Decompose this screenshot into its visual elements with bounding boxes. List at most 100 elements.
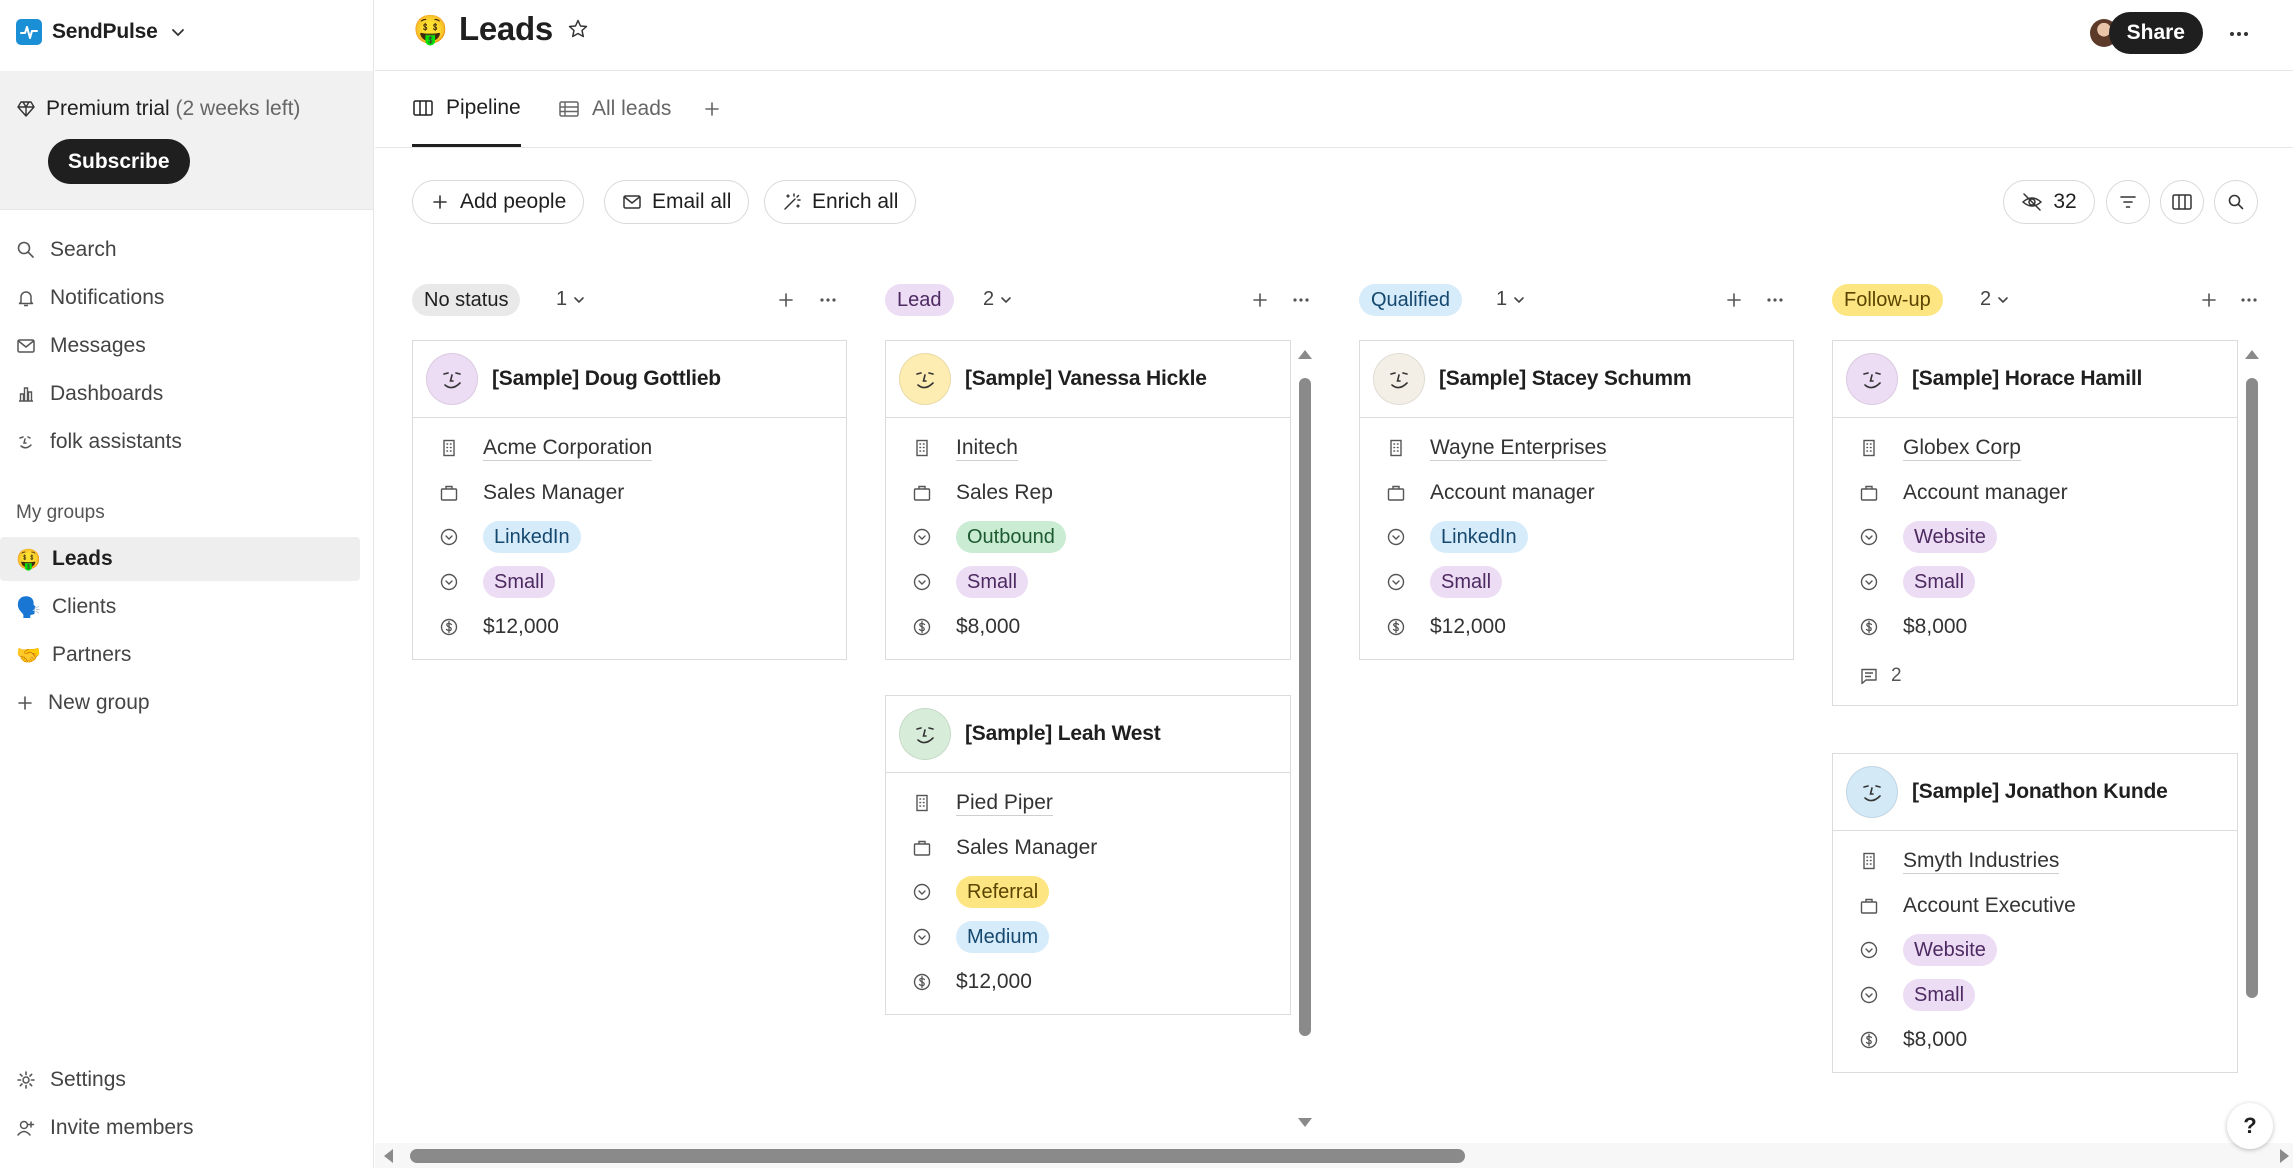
hidden-fields-button[interactable]: 32 bbox=[2003, 180, 2095, 224]
columns-icon bbox=[2172, 194, 2192, 210]
nav-settings[interactable]: Settings bbox=[0, 1058, 360, 1102]
mail-icon bbox=[17, 339, 35, 353]
group-item-leads[interactable]: 🤑 Leads bbox=[0, 537, 360, 581]
company-link[interactable]: Wayne Enterprises bbox=[1430, 436, 1607, 461]
share-button[interactable]: Share bbox=[2108, 12, 2203, 54]
search-icon bbox=[2228, 194, 2244, 210]
dollar-icon bbox=[440, 618, 458, 635]
trial-note: (2 weeks left) bbox=[175, 97, 301, 120]
email-all-button[interactable]: Email all bbox=[604, 180, 750, 224]
source-tag[interactable]: Website bbox=[1903, 521, 1997, 554]
company-link[interactable]: Smyth Industries bbox=[1903, 849, 2060, 874]
lead-card[interactable]: [Sample] Doug Gottlieb Acme Corporation … bbox=[412, 340, 847, 660]
magic-wand-icon bbox=[784, 193, 801, 210]
company-link[interactable]: Globex Corp bbox=[1903, 436, 2021, 461]
status-badge[interactable]: Follow-up bbox=[1832, 284, 1943, 316]
face-icon bbox=[443, 372, 461, 389]
add-people-button[interactable]: Add people bbox=[412, 180, 585, 224]
tab-pipeline[interactable]: Pipeline bbox=[412, 71, 521, 147]
lead-card[interactable]: [Sample] Vanessa Hickle Initech Sales Re… bbox=[885, 340, 1291, 660]
column-count[interactable]: 1 bbox=[556, 288, 587, 311]
nav-messages[interactable]: Messages bbox=[0, 324, 360, 368]
help-button[interactable]: ? bbox=[2227, 1103, 2273, 1149]
add-card-icon[interactable] bbox=[2198, 289, 2220, 311]
add-view-icon[interactable] bbox=[700, 97, 724, 121]
scrollbar-thumb[interactable] bbox=[410, 1149, 1465, 1163]
nav-search[interactable]: Search bbox=[0, 228, 360, 272]
source-tag[interactable]: Outbound bbox=[956, 521, 1066, 554]
size-tag[interactable]: Small bbox=[483, 566, 556, 599]
column-count[interactable]: 2 bbox=[983, 288, 1014, 311]
size-field: Medium bbox=[886, 915, 1290, 960]
star-icon[interactable] bbox=[567, 18, 589, 40]
scrollbar-thumb[interactable] bbox=[2246, 378, 2258, 998]
column-more-icon[interactable] bbox=[817, 289, 839, 311]
company-link[interactable]: Pied Piper bbox=[956, 791, 1053, 816]
company-link[interactable]: Initech bbox=[956, 436, 1018, 461]
group-item-partners[interactable]: 🤝 Partners bbox=[0, 633, 360, 677]
add-card-icon[interactable] bbox=[1723, 289, 1745, 311]
size-tag[interactable]: Medium bbox=[956, 921, 1050, 954]
status-badge[interactable]: Qualified bbox=[1359, 284, 1462, 316]
role-value: Account manager bbox=[1903, 480, 2068, 504]
scroll-right-icon[interactable] bbox=[2280, 1149, 2289, 1163]
nav-dashboards[interactable]: Dashboards bbox=[0, 372, 360, 416]
size-tag[interactable]: Small bbox=[1430, 566, 1503, 599]
lead-card[interactable]: [Sample] Stacey Schumm Wayne Enterprises… bbox=[1359, 340, 1794, 660]
size-tag[interactable]: Small bbox=[956, 566, 1029, 599]
column-more-icon[interactable] bbox=[1290, 289, 1312, 311]
size-tag[interactable]: Small bbox=[1903, 979, 1976, 1012]
more-options-icon[interactable] bbox=[2225, 22, 2253, 46]
source-tag[interactable]: Website bbox=[1903, 934, 1997, 967]
plus-icon bbox=[433, 195, 447, 209]
scroll-up-icon[interactable] bbox=[2245, 350, 2259, 359]
money-face-icon: 🤑 bbox=[16, 547, 41, 571]
source-tag[interactable]: LinkedIn bbox=[483, 521, 581, 554]
add-card-icon[interactable] bbox=[1249, 289, 1271, 311]
company-field: Globex Corp bbox=[1833, 426, 2237, 471]
comments-indicator[interactable]: 2 bbox=[1833, 649, 2237, 703]
status-badge[interactable]: No status bbox=[412, 284, 521, 316]
search-button[interactable] bbox=[2214, 180, 2258, 224]
board-horizontal-scrollbar[interactable] bbox=[375, 1143, 2293, 1168]
lead-card[interactable]: [Sample] Leah West Pied Piper Sales Mana… bbox=[885, 695, 1291, 1015]
scroll-left-icon[interactable] bbox=[384, 1149, 393, 1163]
nav-invite-members[interactable]: Invite members bbox=[0, 1106, 360, 1150]
deal-value: $12,000 bbox=[483, 614, 559, 638]
avatar bbox=[1846, 766, 1898, 818]
columns-button[interactable] bbox=[2160, 180, 2204, 224]
select-icon bbox=[913, 884, 931, 901]
nav-assistants[interactable]: folk assistants bbox=[0, 420, 360, 464]
column-more-icon[interactable] bbox=[2238, 289, 2260, 311]
card-name: [Sample] Stacey Schumm bbox=[1439, 367, 1692, 390]
source-tag[interactable]: LinkedIn bbox=[1430, 521, 1528, 554]
filter-button[interactable] bbox=[2106, 180, 2150, 224]
column-more-icon[interactable] bbox=[1764, 289, 1786, 311]
nav-notifications[interactable]: Notifications bbox=[0, 276, 360, 320]
group-item-clients[interactable]: 🗣️ Clients bbox=[0, 585, 360, 629]
source-field: Website bbox=[1833, 515, 2237, 560]
column-scrollbar[interactable] bbox=[2243, 348, 2261, 1008]
column-count[interactable]: 1 bbox=[1496, 288, 1527, 311]
column-count[interactable]: 2 bbox=[1980, 288, 2011, 311]
mail-icon bbox=[623, 195, 641, 209]
lead-card[interactable]: [Sample] Jonathon Kunde Smyth Industries… bbox=[1832, 753, 2238, 1073]
scrollbar-thumb[interactable] bbox=[1299, 378, 1311, 1036]
company-link[interactable]: Acme Corporation bbox=[483, 436, 653, 461]
add-card-icon[interactable] bbox=[775, 289, 797, 311]
size-tag[interactable]: Small bbox=[1903, 566, 1976, 599]
building-icon bbox=[1863, 853, 1875, 870]
avatar bbox=[899, 708, 951, 760]
scroll-down-icon[interactable] bbox=[1298, 1118, 1312, 1127]
source-field: LinkedIn bbox=[413, 515, 846, 560]
new-group-button[interactable]: New group bbox=[0, 681, 360, 725]
lead-card[interactable]: [Sample] Horace Hamill Globex Corp Accou… bbox=[1832, 340, 2238, 706]
enrich-all-button[interactable]: Enrich all bbox=[764, 180, 917, 224]
workspace-switcher[interactable]: SendPulse bbox=[16, 14, 188, 50]
column-scrollbar[interactable] bbox=[1296, 348, 1314, 1132]
source-tag[interactable]: Referral bbox=[956, 876, 1050, 909]
tab-all-leads[interactable]: All leads bbox=[558, 71, 671, 147]
status-badge[interactable]: Lead bbox=[885, 284, 954, 316]
subscribe-button[interactable]: Subscribe bbox=[48, 139, 190, 184]
scroll-up-icon[interactable] bbox=[1298, 350, 1312, 359]
